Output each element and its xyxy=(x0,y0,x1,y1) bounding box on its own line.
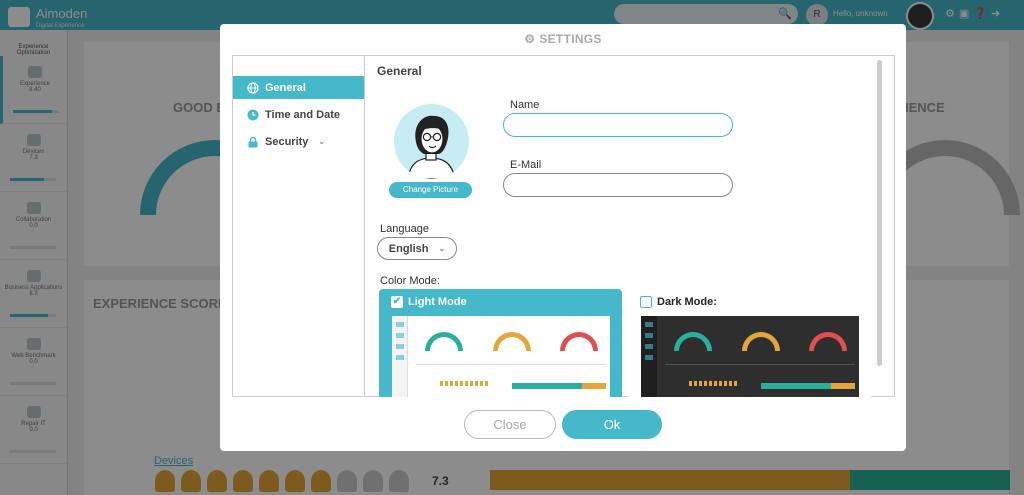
preview-divider xyxy=(665,364,855,365)
chevron-down-icon: ⌄ xyxy=(438,244,446,253)
email-label: E-Mail xyxy=(510,159,542,171)
preview-bar xyxy=(512,383,606,389)
preview-gauge xyxy=(742,332,780,351)
preview-divider xyxy=(416,364,606,365)
settings-dialog: ⚙ SETTINGS General Time and Date Security xyxy=(220,24,906,451)
dark-mode-header: Dark Mode: xyxy=(640,296,717,308)
globe-icon xyxy=(247,81,259,94)
language-label: Language xyxy=(380,223,429,235)
preview-sidebar xyxy=(641,316,657,397)
dark-mode-preview xyxy=(641,316,859,397)
tab-security-label: Security xyxy=(265,135,309,148)
language-select[interactable]: English ⌄ xyxy=(377,237,457,260)
name-field[interactable] xyxy=(503,113,733,137)
tab-time-and-date-label: Time and Date xyxy=(265,108,340,121)
language-value: English xyxy=(388,242,429,255)
profile-avatar xyxy=(394,104,469,179)
tab-general[interactable]: General xyxy=(233,76,364,99)
dark-mode-label: Dark Mode: xyxy=(657,296,717,308)
name-label: Name xyxy=(510,99,540,111)
clock-icon xyxy=(247,109,259,121)
preview-people xyxy=(440,381,488,386)
color-mode-label: Color Mode: xyxy=(380,275,440,287)
profile-illustration xyxy=(407,115,456,179)
tab-security[interactable]: Security ⌄ xyxy=(233,130,364,153)
tab-time-and-date[interactable]: Time and Date xyxy=(233,103,364,126)
light-mode-preview xyxy=(392,316,610,397)
dialog-title: ⚙ SETTINGS xyxy=(220,32,906,46)
preview-people xyxy=(689,381,737,386)
settings-panel: General Time and Date Security ⌄ General xyxy=(232,55,895,397)
light-mode-label: Light Mode xyxy=(408,296,467,308)
lock-icon xyxy=(247,136,259,148)
preview-sidebar xyxy=(392,316,408,397)
ok-button[interactable]: Ok xyxy=(562,410,662,439)
chevron-down-icon: ⌄ xyxy=(318,137,326,146)
preview-gauge xyxy=(674,332,712,351)
general-settings-content: General Change Picture Name E-Mail Langu… xyxy=(366,56,884,397)
light-mode-header: ✔ Light Mode xyxy=(391,296,467,308)
light-mode-checkbox[interactable]: ✔ xyxy=(391,296,403,308)
change-picture-button[interactable]: Change Picture xyxy=(389,182,472,198)
preview-gauge xyxy=(560,332,598,351)
tab-general-label: General xyxy=(265,81,306,94)
preview-bar xyxy=(761,383,855,389)
dark-mode-checkbox[interactable] xyxy=(640,296,652,308)
light-mode-option[interactable]: ✔ Light Mode xyxy=(379,289,622,397)
preview-gauge xyxy=(809,332,847,351)
section-title: General xyxy=(377,64,422,78)
preview-gauge xyxy=(425,332,463,351)
close-button[interactable]: Close xyxy=(464,410,556,439)
email-field[interactable] xyxy=(503,173,733,197)
preview-gauge xyxy=(493,332,531,351)
dark-mode-option[interactable]: Dark Mode: xyxy=(628,289,871,397)
dialog-title-text: SETTINGS xyxy=(539,32,602,46)
content-scrollbar[interactable] xyxy=(877,60,882,366)
gear-icon: ⚙ xyxy=(524,32,536,46)
settings-tabs: General Time and Date Security ⌄ xyxy=(233,56,365,396)
